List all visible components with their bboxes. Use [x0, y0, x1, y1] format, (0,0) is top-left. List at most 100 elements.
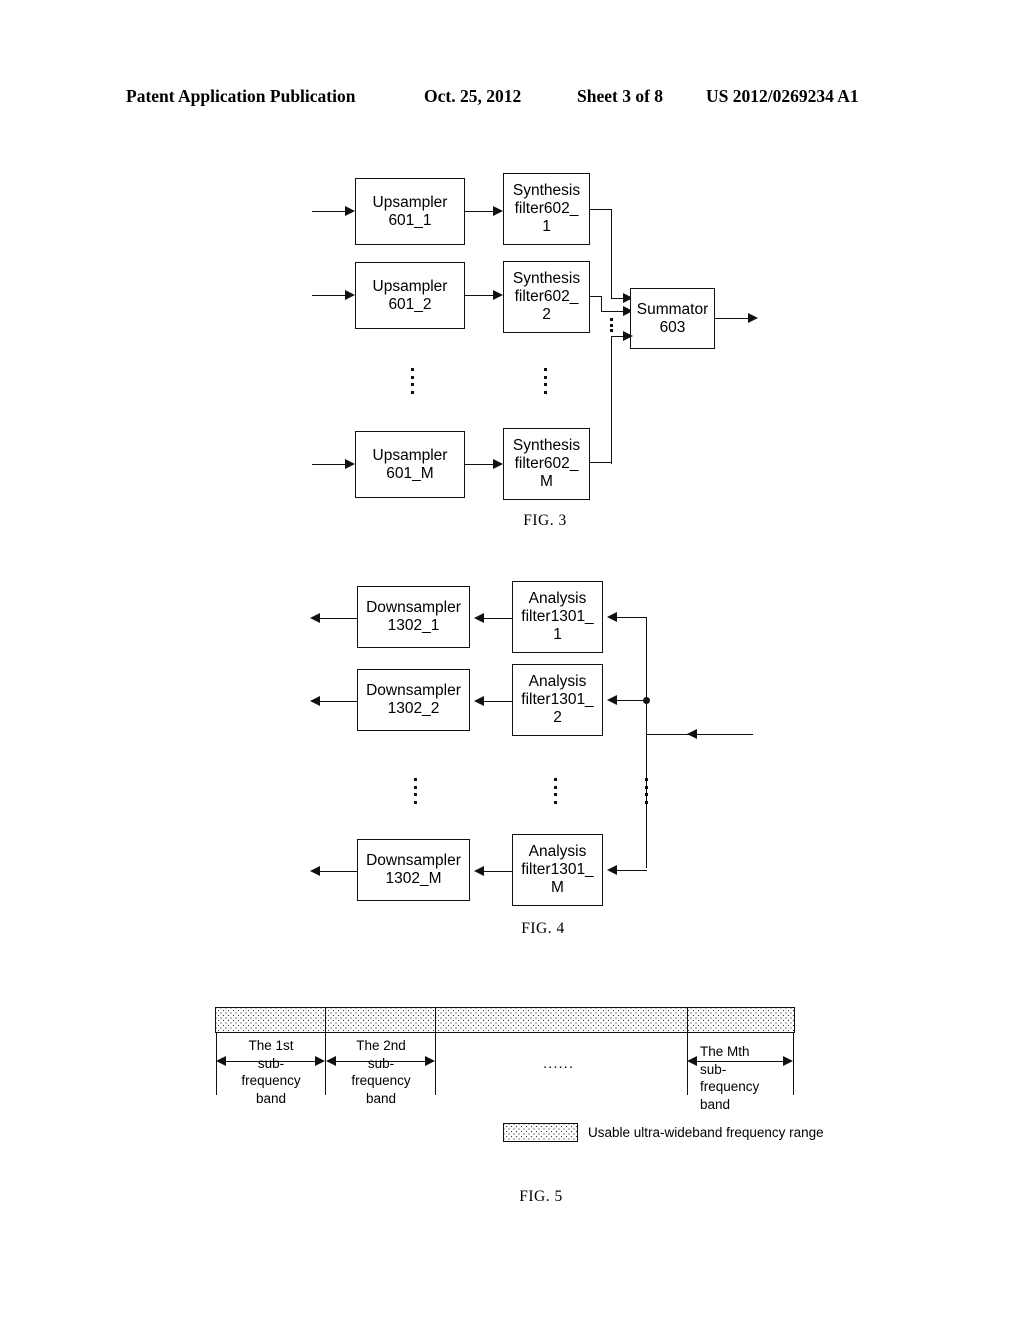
- band-label-row3: frequency: [351, 1073, 411, 1089]
- fig4-analysis-filter-1301-1: Analysis filter1301_ 1: [512, 581, 603, 653]
- box-label-line1: Analysis: [528, 673, 587, 691]
- fig5-tick-band2-right: [435, 1033, 436, 1095]
- fig4-external-input-arrowhead: [687, 729, 697, 739]
- band-label-row4: band: [365, 1090, 397, 1106]
- fig3-rowM-input-arrowhead: [345, 459, 355, 469]
- fig3-upsampler-column-ellipsis: [411, 368, 414, 394]
- box-label-line1: Upsampler: [372, 446, 448, 464]
- box-label-line3: M: [540, 472, 553, 490]
- box-label-line2: filter602_: [514, 288, 579, 306]
- band-label-row1: The 1st: [248, 1038, 294, 1053]
- box-label-line2: filter602_: [514, 200, 579, 218]
- box-label-line2: 603: [659, 318, 686, 336]
- fig3-filter1-drop-line: [611, 209, 612, 299]
- fig4-rowM-link-line: [483, 871, 512, 872]
- box-label-line1: Synthesis: [512, 437, 581, 455]
- box-label-line2: filter1301_: [521, 691, 594, 709]
- header-sheet-number: Sheet 3 of 8: [577, 86, 664, 106]
- box-label-line1: Downsampler: [366, 682, 461, 700]
- page-header: Patent Application Publication Oct. 25, …: [0, 86, 1024, 112]
- box-label-line2: 1302_2: [387, 700, 440, 717]
- fig5-bar-divider-2: [435, 1007, 436, 1033]
- fig3-row1-input-line: [312, 211, 346, 212]
- fig3-filter-column-ellipsis: [544, 368, 547, 394]
- fig5-band1-arrow-right: [315, 1056, 325, 1066]
- fig5-spectrum-bar: [215, 1007, 795, 1033]
- fig5-band-label-2: The 2nd sub- frequency band: [336, 1037, 426, 1107]
- fig4-downsampler-column-ellipsis: [414, 778, 417, 804]
- box-label-line1: Analysis: [528, 590, 587, 608]
- header-publication-title: Patent Application Publication: [126, 86, 356, 106]
- fig3-summator-output-arrowhead: [748, 313, 758, 323]
- header-date: Oct. 25, 2012: [424, 86, 522, 106]
- fig3-filterM-out-line: [590, 462, 612, 463]
- fig3-row1-input-arrowhead: [345, 206, 355, 216]
- box-label-line2: 1302_M: [385, 870, 442, 887]
- box-label-line1: Downsampler: [366, 599, 461, 617]
- fig3-filter2-drop-line: [601, 296, 602, 312]
- band-label-row2: sub-: [257, 1055, 285, 1071]
- fig4-external-input-line: [646, 734, 753, 735]
- fig4-row1-link-line: [483, 618, 512, 619]
- header-patent-number: US 2012/0269234 A1: [706, 86, 859, 106]
- box-label-line1: Upsampler: [372, 277, 448, 295]
- fig3-upsampler-601-2: Upsampler 601_2: [355, 262, 465, 329]
- fig3-summator-output-line: [715, 318, 751, 319]
- fig4-downsampler-1302-M: Downsampler 1302_M: [357, 839, 470, 901]
- fig3-upsampler-601-M: Upsampler 601_M: [355, 431, 465, 498]
- fig3-synthesis-filter-602-M: Synthesis filter602_ M: [503, 428, 590, 500]
- fig4-analysis-filter-1301-M: Analysis filter1301_ M: [512, 834, 603, 906]
- fig4-bus-column-ellipsis: [645, 778, 648, 804]
- band-label-row1: The Mth: [700, 1044, 750, 1059]
- box-label-line3: 2: [553, 708, 562, 726]
- fig5-band2-arrow-right: [425, 1056, 435, 1066]
- box-label-line2: filter602_: [514, 455, 579, 473]
- fig3-row1-link-line: [465, 211, 495, 212]
- fig5-tick-bandM-right: [793, 1033, 794, 1095]
- fig4-downsampler-1302-2: Downsampler 1302_2: [357, 669, 470, 731]
- box-label-line2: 601_2: [388, 295, 432, 313]
- fig5-bar-divider-1: [325, 1007, 326, 1033]
- band-label-row2: sub-: [367, 1055, 395, 1071]
- fig3-summator-input-ellipsis: [610, 318, 613, 332]
- fig4-downsampler-1302-1: Downsampler 1302_1: [357, 586, 470, 648]
- box-label-line2: 1302_1: [387, 617, 440, 634]
- box-label-line1: Upsampler: [372, 193, 448, 211]
- fig3-rowM-input-line: [312, 464, 346, 465]
- fig5-bar-divider-3: [687, 1007, 688, 1033]
- fig4-row1-feed-line: [616, 617, 647, 618]
- box-label-line1: Summator: [636, 300, 709, 318]
- fig4-analysis-filter-1301-2: Analysis filter1301_ 2: [512, 664, 603, 736]
- band-label-row3: frequency: [241, 1073, 301, 1089]
- fig3-filter1-out-line: [590, 209, 612, 210]
- band-label-row4: band: [700, 1096, 731, 1112]
- fig4-rowM-output-line: [319, 871, 357, 872]
- fig5-bandM-arrow-right: [783, 1056, 793, 1066]
- fig3-row1-link-arrowhead: [493, 206, 503, 216]
- fig4-filter-column-ellipsis: [554, 778, 557, 804]
- patent-drawing-sheet: Patent Application Publication Oct. 25, …: [0, 0, 1024, 1320]
- fig3-summator-603: Summator 603: [630, 288, 715, 349]
- fig3-row2-link-arrowhead: [493, 290, 503, 300]
- fig5-legend-swatch: [503, 1123, 578, 1142]
- fig4-row1-output-line: [319, 618, 357, 619]
- fig3-row2-input-arrowhead: [345, 290, 355, 300]
- fig5-bandM-arrow-left: [687, 1056, 697, 1066]
- figure-5-caption: FIG. 5: [519, 1188, 563, 1205]
- box-label-line2: 601_M: [386, 464, 434, 482]
- fig4-row2-output-line: [319, 701, 357, 702]
- box-label-line3: M: [551, 878, 564, 896]
- band-label-row4: band: [255, 1090, 287, 1106]
- box-label-line3: 1: [542, 217, 551, 235]
- fig3-rowM-link-line: [465, 464, 495, 465]
- fig5-middle-ellipsis: ......: [543, 1055, 575, 1072]
- fig3-summator-in2-line: [601, 311, 625, 312]
- fig3-filterM-rise-line: [611, 336, 612, 464]
- band-label-row1: The 2nd: [356, 1038, 406, 1053]
- figure-3-caption: FIG. 3: [523, 512, 567, 529]
- fig5-band-label-M: The Mth sub- frequency band: [700, 1043, 780, 1113]
- fig3-synthesis-filter-602-2: Synthesis filter602_ 2: [503, 261, 590, 333]
- figure-4-caption: FIG. 4: [521, 920, 565, 937]
- band-label-row2: sub-: [700, 1061, 727, 1077]
- box-label-line1: Synthesis: [512, 182, 581, 200]
